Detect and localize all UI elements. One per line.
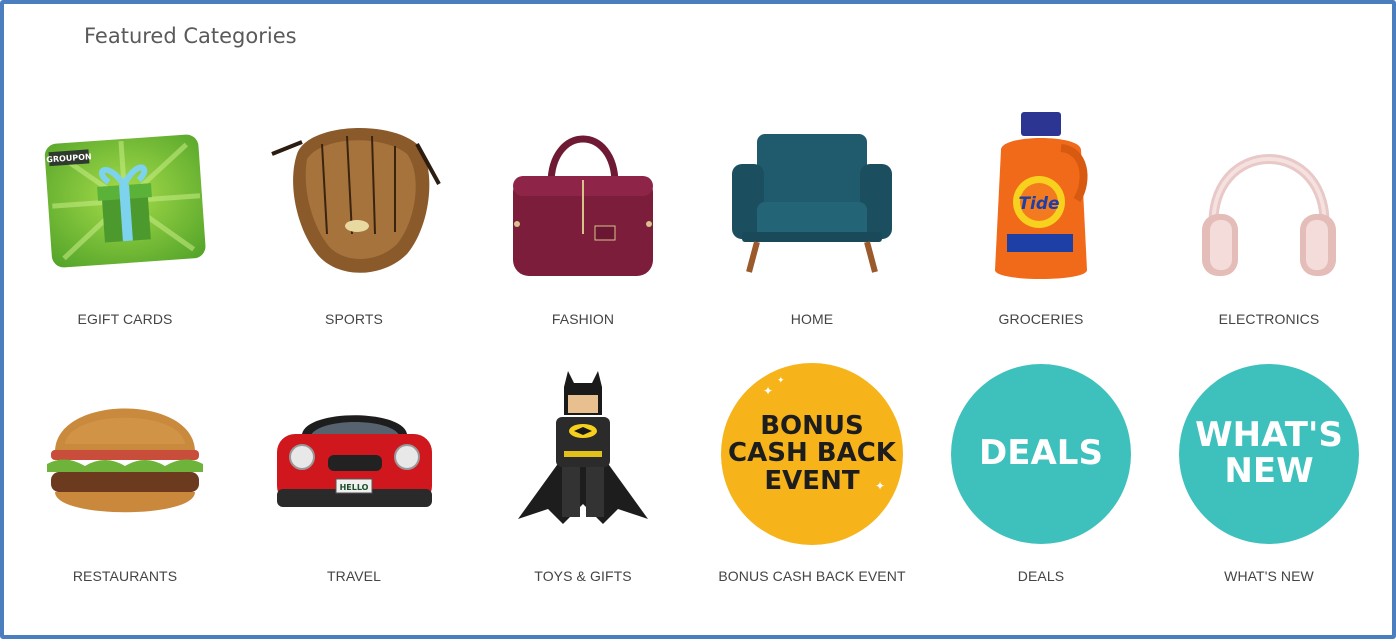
handbag-icon <box>468 104 698 294</box>
baseball-glove-icon <box>239 104 469 294</box>
whats-new-badge-line: NEW <box>1224 451 1314 491</box>
category-label: FASHION <box>551 311 615 327</box>
sparkle-icon: ✦ <box>777 376 785 386</box>
category-label: GROCERIES <box>998 311 1084 327</box>
deals-badge-wrapper: DEALS <box>926 359 1156 549</box>
sparkle-icon: ✦ <box>763 384 774 398</box>
sparkle-icon: ✦ <box>874 479 885 494</box>
category-label: ELECTRONICS <box>1218 311 1320 327</box>
deals-badge-icon: DEALS <box>951 364 1131 544</box>
category-tile-fashion[interactable]: FASHION <box>468 104 698 344</box>
category-label: DEALS <box>1017 568 1065 584</box>
category-label: EGIFT CARDS <box>77 311 173 327</box>
license-plate-text: HELLO <box>339 483 368 492</box>
bonus-badge-icon: ✦ ✦ ✦ BONUS CASH BACK EVENT <box>721 363 903 545</box>
category-tile-toys-gifts[interactable]: TOYS & GIFTS <box>468 359 698 599</box>
category-tile-deals[interactable]: DEALS DEALS <box>926 359 1156 599</box>
category-tile-whats-new[interactable]: WHAT'S NEW WHAT'S NEW <box>1154 359 1384 599</box>
category-label: TRAVEL <box>326 568 382 584</box>
whats-new-badge-wrapper: WHAT'S NEW <box>1154 359 1384 549</box>
car-icon: HELLO <box>239 359 469 549</box>
category-tile-egift-cards[interactable]: GROUPON EGIFT CARDS <box>10 104 240 344</box>
category-label: WHAT'S NEW <box>1224 568 1314 584</box>
whats-new-badge-line: WHAT'S <box>1195 415 1343 456</box>
category-tile-bonus-cash-back-event[interactable]: ✦ ✦ ✦ BONUS CASH BACK EVENT BONUS CASH B… <box>697 359 927 599</box>
tide-brand-text: Tide <box>1018 194 1059 214</box>
headphones-icon <box>1154 104 1384 294</box>
bonus-badge-line: CASH BACK <box>728 438 896 469</box>
hamburger-icon <box>10 359 240 549</box>
category-label: HOME <box>790 311 834 327</box>
category-label: RESTAURANTS <box>72 568 178 584</box>
category-label: TOYS & GIFTS <box>534 568 632 584</box>
bonus-badge-wrapper: ✦ ✦ ✦ BONUS CASH BACK EVENT <box>697 359 927 549</box>
groupon-gift-card-icon: GROUPON <box>10 104 240 294</box>
category-tile-electronics[interactable]: ELECTRONICS <box>1154 104 1384 344</box>
armchair-icon <box>697 104 927 294</box>
whats-new-badge-icon: WHAT'S NEW <box>1179 364 1359 544</box>
featured-categories-panel: Featured Categories GROUPON EGIFT CARDS … <box>0 0 1396 639</box>
deals-badge-line: DEALS <box>979 433 1103 474</box>
bonus-badge-line: EVENT <box>764 465 860 496</box>
category-tile-sports[interactable]: SPORTS <box>239 104 469 344</box>
lego-batman-icon <box>468 359 698 549</box>
category-tile-travel[interactable]: HELLO TRAVEL <box>239 359 469 599</box>
category-label: SPORTS <box>325 311 383 327</box>
bonus-badge-line: BONUS <box>760 411 864 442</box>
category-tile-restaurants[interactable]: RESTAURANTS <box>10 359 240 599</box>
category-label: BONUS CASH BACK EVENT <box>718 568 906 584</box>
category-tile-home[interactable]: HOME <box>697 104 927 344</box>
category-grid: GROUPON EGIFT CARDS SPORTS FASHION HOME … <box>4 4 1396 643</box>
detergent-bottle-icon: Tide <box>926 104 1156 294</box>
category-tile-groceries[interactable]: Tide GROCERIES <box>926 104 1156 344</box>
